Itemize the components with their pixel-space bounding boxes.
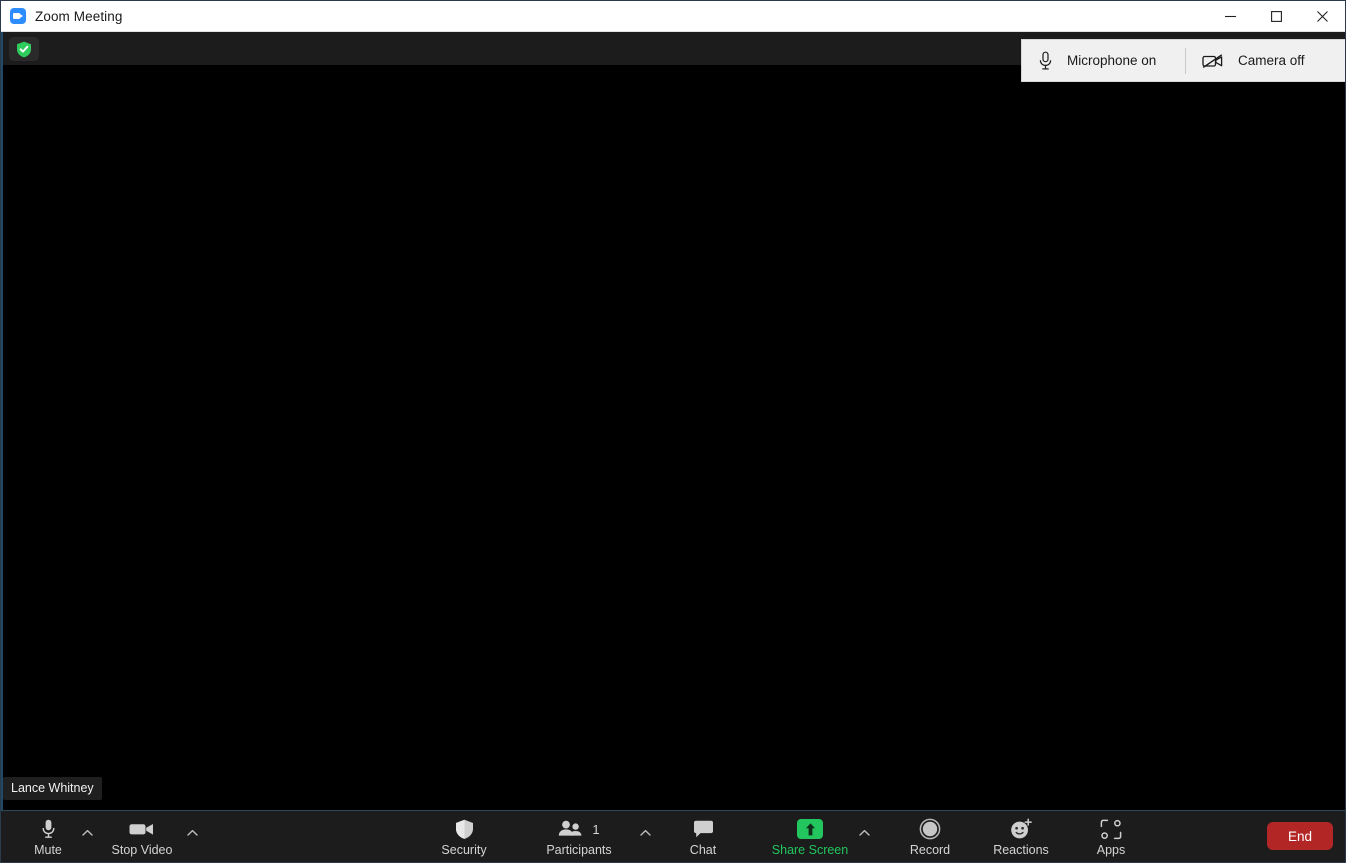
toolbar-label-share-screen: Share Screen [771, 843, 849, 857]
toolbar-label-participants: Participants [546, 843, 612, 857]
share-arrow-up-icon [797, 818, 823, 840]
toolbar-label-reactions: Reactions [993, 843, 1049, 857]
minimize-icon[interactable] [1207, 1, 1253, 32]
mute-options-chevron-up-icon[interactable] [79, 824, 100, 862]
people-icon: 1 [558, 818, 600, 840]
toolbar-button-mute[interactable]: Mute [17, 811, 79, 862]
toolbar-label-mute: Mute [34, 843, 62, 857]
shield-icon [455, 818, 474, 840]
participants-count: 1 [592, 821, 600, 837]
toolbar-label-apps: Apps [1096, 843, 1126, 857]
close-icon[interactable] [1299, 1, 1345, 32]
microphone-icon [1039, 51, 1052, 69]
share-options-chevron-up-icon[interactable] [856, 824, 877, 862]
microphone-icon [41, 818, 56, 840]
maximize-icon[interactable] [1253, 1, 1299, 32]
notification-camera-label: Camera off [1238, 53, 1305, 68]
meeting-toolbar: Mute Stop Video Security 1 Participants … [1, 810, 1345, 862]
toolbar-button-apps[interactable]: Apps [1085, 811, 1137, 862]
device-status-notification: Microphone on Camera off [1021, 39, 1345, 82]
notification-microphone-item: Microphone on [1022, 40, 1185, 81]
title-bar: Zoom Meeting [1, 1, 1345, 32]
window-title: Zoom Meeting [35, 8, 123, 24]
participants-options-chevron-up-icon[interactable] [637, 824, 658, 862]
toolbar-label-security: Security [441, 843, 487, 857]
camera-off-icon [1202, 53, 1223, 68]
security-status-badge[interactable] [9, 37, 39, 61]
smiley-plus-icon [1009, 818, 1033, 840]
toolbar-button-chat[interactable]: Chat [680, 811, 726, 862]
toolbar-button-stop-video[interactable]: Stop Video [100, 811, 184, 862]
toolbar-button-reactions[interactable]: Reactions [981, 811, 1061, 862]
toolbar-label-chat: Chat [689, 843, 717, 857]
zoom-camera-icon [10, 8, 26, 24]
participant-name-label: Lance Whitney [3, 777, 102, 800]
toolbar-label-record: Record [909, 843, 951, 857]
toolbar-label-stop-video: Stop Video [111, 843, 173, 857]
chat-bubble-icon [693, 818, 714, 840]
window-controls [1207, 1, 1345, 32]
end-meeting-button[interactable]: End [1267, 822, 1333, 850]
toolbar-button-security[interactable]: Security [429, 811, 499, 862]
video-stage: Lance Whitney [1, 32, 1345, 810]
video-options-chevron-up-icon[interactable] [184, 824, 205, 862]
toolbar-button-share-screen[interactable]: Share Screen [766, 811, 854, 862]
notification-camera-item: Camera off [1186, 40, 1305, 81]
toolbar-button-record[interactable]: Record [901, 811, 959, 862]
camera-icon [129, 818, 155, 840]
shield-check-icon [17, 41, 31, 57]
toolbar-button-participants[interactable]: 1 Participants [533, 811, 625, 862]
record-circle-icon [919, 818, 941, 840]
notification-microphone-label: Microphone on [1067, 53, 1157, 68]
apps-brackets-icon [1100, 818, 1122, 840]
zoom-meeting-window: Zoom Meeting Lance Whitney Microphone on… [0, 0, 1346, 863]
